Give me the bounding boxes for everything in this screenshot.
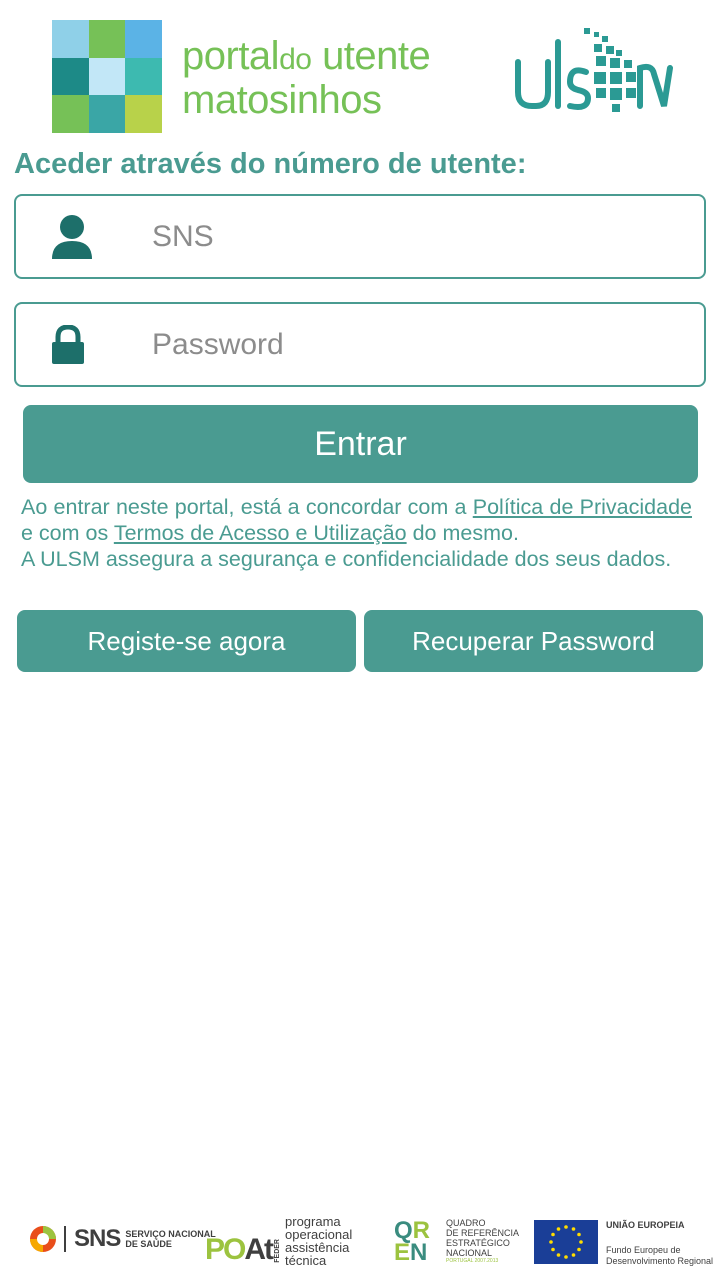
privacy-policy-link[interactable]: Política de Privacidade [473,495,692,519]
qren-line1: QUADRO [446,1218,486,1228]
eu-star [556,1253,561,1257]
qren-line4: NACIONAL [446,1248,493,1258]
mosaic-tile [52,95,89,133]
recover-password-button[interactable]: Recuperar Password [364,610,703,672]
po-lines: programa operacional assistência técnica [285,1215,352,1267]
mosaic-tile [125,57,162,96]
sns-input[interactable] [152,196,692,277]
eu-star [577,1232,581,1237]
eu-star [579,1240,583,1244]
sns-sub-line2: DE SAÚDE [125,1239,172,1249]
mosaic-tile [88,95,126,133]
mosaic-tile [88,20,126,58]
qren-n: N [410,1238,428,1266]
terms-text: Ao entrar neste portal, está a concordar… [21,494,692,572]
brand-do: do [279,43,312,76]
terms-part2: e com os [21,521,114,545]
sns-word: SNS [74,1225,121,1252]
po-word: PO [205,1233,246,1266]
sns-field[interactable] [14,194,706,279]
register-button[interactable]: Registe-se agora [17,610,356,672]
eu-line2: Desenvolvimento Regional [606,1256,714,1266]
header: portaldo utente matosinhos [0,0,720,145]
qren-line2: DE REFERÊNCIA [446,1228,520,1238]
password-input[interactable] [152,304,692,385]
brand-utente: utente [322,34,431,78]
sns-divider [64,1226,66,1252]
portal-brand-text: portaldo utente matosinhos [182,34,431,122]
footer-logos: SNS SERVIÇO NACIONAL DE SAÚDE PO At FEDER… [0,1210,720,1275]
po-suffix: At [244,1233,274,1266]
eu-line1: Fundo Europeu de [606,1245,681,1255]
qren-letters: QR EN [394,1218,442,1266]
eu-star [556,1227,561,1231]
mosaic-tile [88,57,126,96]
login-title: Aceder através do número de utente: [14,148,527,180]
user-icon [52,214,92,259]
terms-part3: do mesmo. [406,521,519,545]
eu-star [571,1227,576,1231]
feder-label: FEDER [274,1239,282,1263]
sns-sub-line1: SERVIÇO NACIONAL [125,1229,216,1239]
enter-button[interactable]: Entrar [23,405,698,483]
ulsm-logo [515,28,673,112]
sns-logo: SNS SERVIÇO NACIONAL DE SAÚDE [28,1224,216,1254]
eu-star [571,1253,576,1257]
mosaic-tile [125,95,162,133]
mosaic-tile [52,20,89,58]
eu-star [551,1247,555,1252]
eu-star [551,1232,555,1237]
password-field[interactable] [14,302,706,387]
qren-logo: QR EN QUADRO DE REFERÊNCIA ESTRATÉGICO N… [394,1218,519,1265]
security-text: A ULSM assegura a segurança e confidenci… [21,547,672,571]
brand-matosinhos: matosinhos [182,78,382,122]
brand-portal: portal [182,34,280,78]
qren-mini: PORTUGAL 2007.2013 [446,1258,499,1264]
eu-logo: UNIÃO EUROPEIA Fundo Europeu de Desenvol… [534,1220,713,1267]
sns-emblem-icon [30,1226,56,1252]
qren-e: E [394,1238,411,1266]
qren-line3: ESTRATÉGICO [446,1238,510,1248]
eu-star [577,1247,581,1252]
qren-lines: QUADRO DE REFERÊNCIA ESTRATÉGICO NACIONA… [446,1218,519,1265]
po-line4: técnica [285,1253,327,1268]
eu-top: UNIÃO EUROPEIA [606,1220,685,1230]
terms-of-use-link[interactable]: Termos de Acesso e Utilização [114,521,407,545]
mosaic-tile [52,57,89,96]
mosaic-tile [125,20,162,58]
lock-icon [52,324,84,364]
sns-subtitle: SERVIÇO NACIONAL DE SAÚDE [125,1229,215,1249]
poat-logo: PO At FEDER programa operacional assistên… [205,1215,352,1267]
eu-star [564,1225,568,1229]
eu-text: UNIÃO EUROPEIA Fundo Europeu de Desenvol… [606,1220,713,1267]
eu-star [564,1255,568,1259]
eu-flag-icon [534,1220,598,1264]
portal-logo-mosaic [52,20,162,133]
terms-part1: Ao entrar neste portal, está a concordar… [21,495,473,519]
eu-star [549,1240,553,1244]
